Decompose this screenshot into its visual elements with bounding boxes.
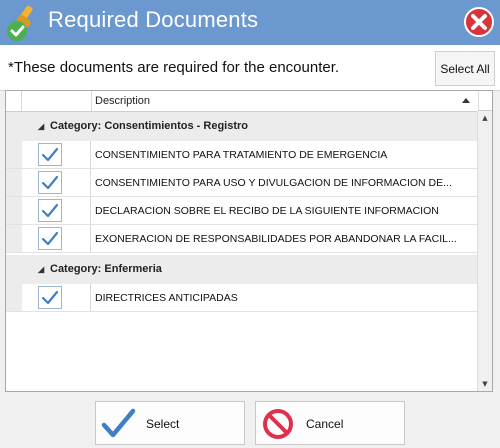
row-indent (6, 225, 22, 252)
group-label: Category: Enfermeria (50, 263, 162, 275)
grid-header: Description (6, 91, 478, 112)
close-icon[interactable] (463, 6, 495, 38)
group-label: Category: Consentimientos - Registro (50, 120, 249, 132)
description-column-header[interactable]: Description (92, 91, 482, 111)
checkmark-icon (41, 290, 59, 305)
description-header-label: Description (95, 95, 151, 107)
table-row[interactable]: EXONERACION DE RESPONSABILIDADES POR ABA… (6, 225, 478, 253)
document-description: CONSENTIMIENTO PARA USO Y DIVULGACION DE… (95, 177, 452, 189)
row-indent (6, 284, 22, 311)
group-row[interactable]: ◢ Category: Enfermeria (6, 255, 478, 284)
app-icon (7, 5, 33, 41)
row-indent (6, 141, 22, 168)
window-title: Required Documents (48, 7, 259, 32)
select-button-label: Select (146, 417, 180, 431)
cancel-button-label: Cancel (306, 417, 344, 431)
row-checkbox[interactable] (38, 171, 62, 194)
row-indent (6, 169, 22, 196)
select-all-button[interactable]: Select All (435, 51, 495, 86)
table-row[interactable]: CONSENTIMIENTO PARA USO Y DIVULGACION DE… (6, 169, 478, 197)
table-row[interactable]: DECLARACION SOBRE EL RECIBO DE LA SIGUIE… (6, 197, 478, 225)
header-indent-cell (6, 91, 22, 111)
document-description: EXONERACION DE RESPONSABILIDADES POR ABA… (95, 233, 457, 245)
scroll-down-icon[interactable]: ▼ (478, 377, 492, 391)
sort-ascending-icon (462, 98, 470, 103)
scroll-up-icon[interactable]: ▲ (478, 111, 492, 125)
row-checkbox[interactable] (38, 286, 62, 309)
header-checkbox-cell[interactable] (22, 91, 92, 111)
cancel-button[interactable]: Cancel (255, 401, 405, 445)
header-corner (478, 91, 492, 111)
vertical-scrollbar[interactable]: ▲ ▼ (477, 111, 492, 391)
checkmark-icon (41, 203, 59, 218)
checkmark-icon (41, 175, 59, 190)
instruction-bar: *These documents are required for the en… (0, 45, 500, 91)
instruction-text: *These documents are required for the en… (8, 59, 340, 76)
table-row[interactable]: DIRECTRICES ANTICIPADAS (6, 284, 478, 312)
group-row[interactable]: ◢ Category: Consentimientos - Registro (6, 112, 478, 141)
checkmark-icon (41, 147, 59, 162)
documents-grid: Description ◢ Category: Consentimientos … (5, 90, 493, 392)
document-description: DECLARACION SOBRE EL RECIBO DE LA SIGUIE… (95, 205, 439, 217)
collapse-caret-icon[interactable]: ◢ (38, 112, 44, 141)
document-description: CONSENTIMIENTO PARA TRATAMIENTO DE EMERG… (95, 149, 388, 161)
document-description: DIRECTRICES ANTICIPADAS (95, 292, 238, 304)
title-bar: Required Documents (0, 0, 500, 45)
row-checkbox[interactable] (38, 143, 62, 166)
row-indent (6, 197, 22, 224)
checkmark-icon (41, 231, 59, 246)
row-checkbox[interactable] (38, 199, 62, 222)
no-entry-icon (263, 409, 293, 439)
checkmark-icon (101, 408, 136, 438)
select-button[interactable]: Select (95, 401, 245, 445)
table-row[interactable]: CONSENTIMIENTO PARA TRATAMIENTO DE EMERG… (6, 141, 478, 169)
row-checkbox[interactable] (38, 227, 62, 250)
collapse-caret-icon[interactable]: ◢ (38, 255, 44, 284)
required-documents-window: Required Documents *These documents are … (0, 0, 500, 448)
